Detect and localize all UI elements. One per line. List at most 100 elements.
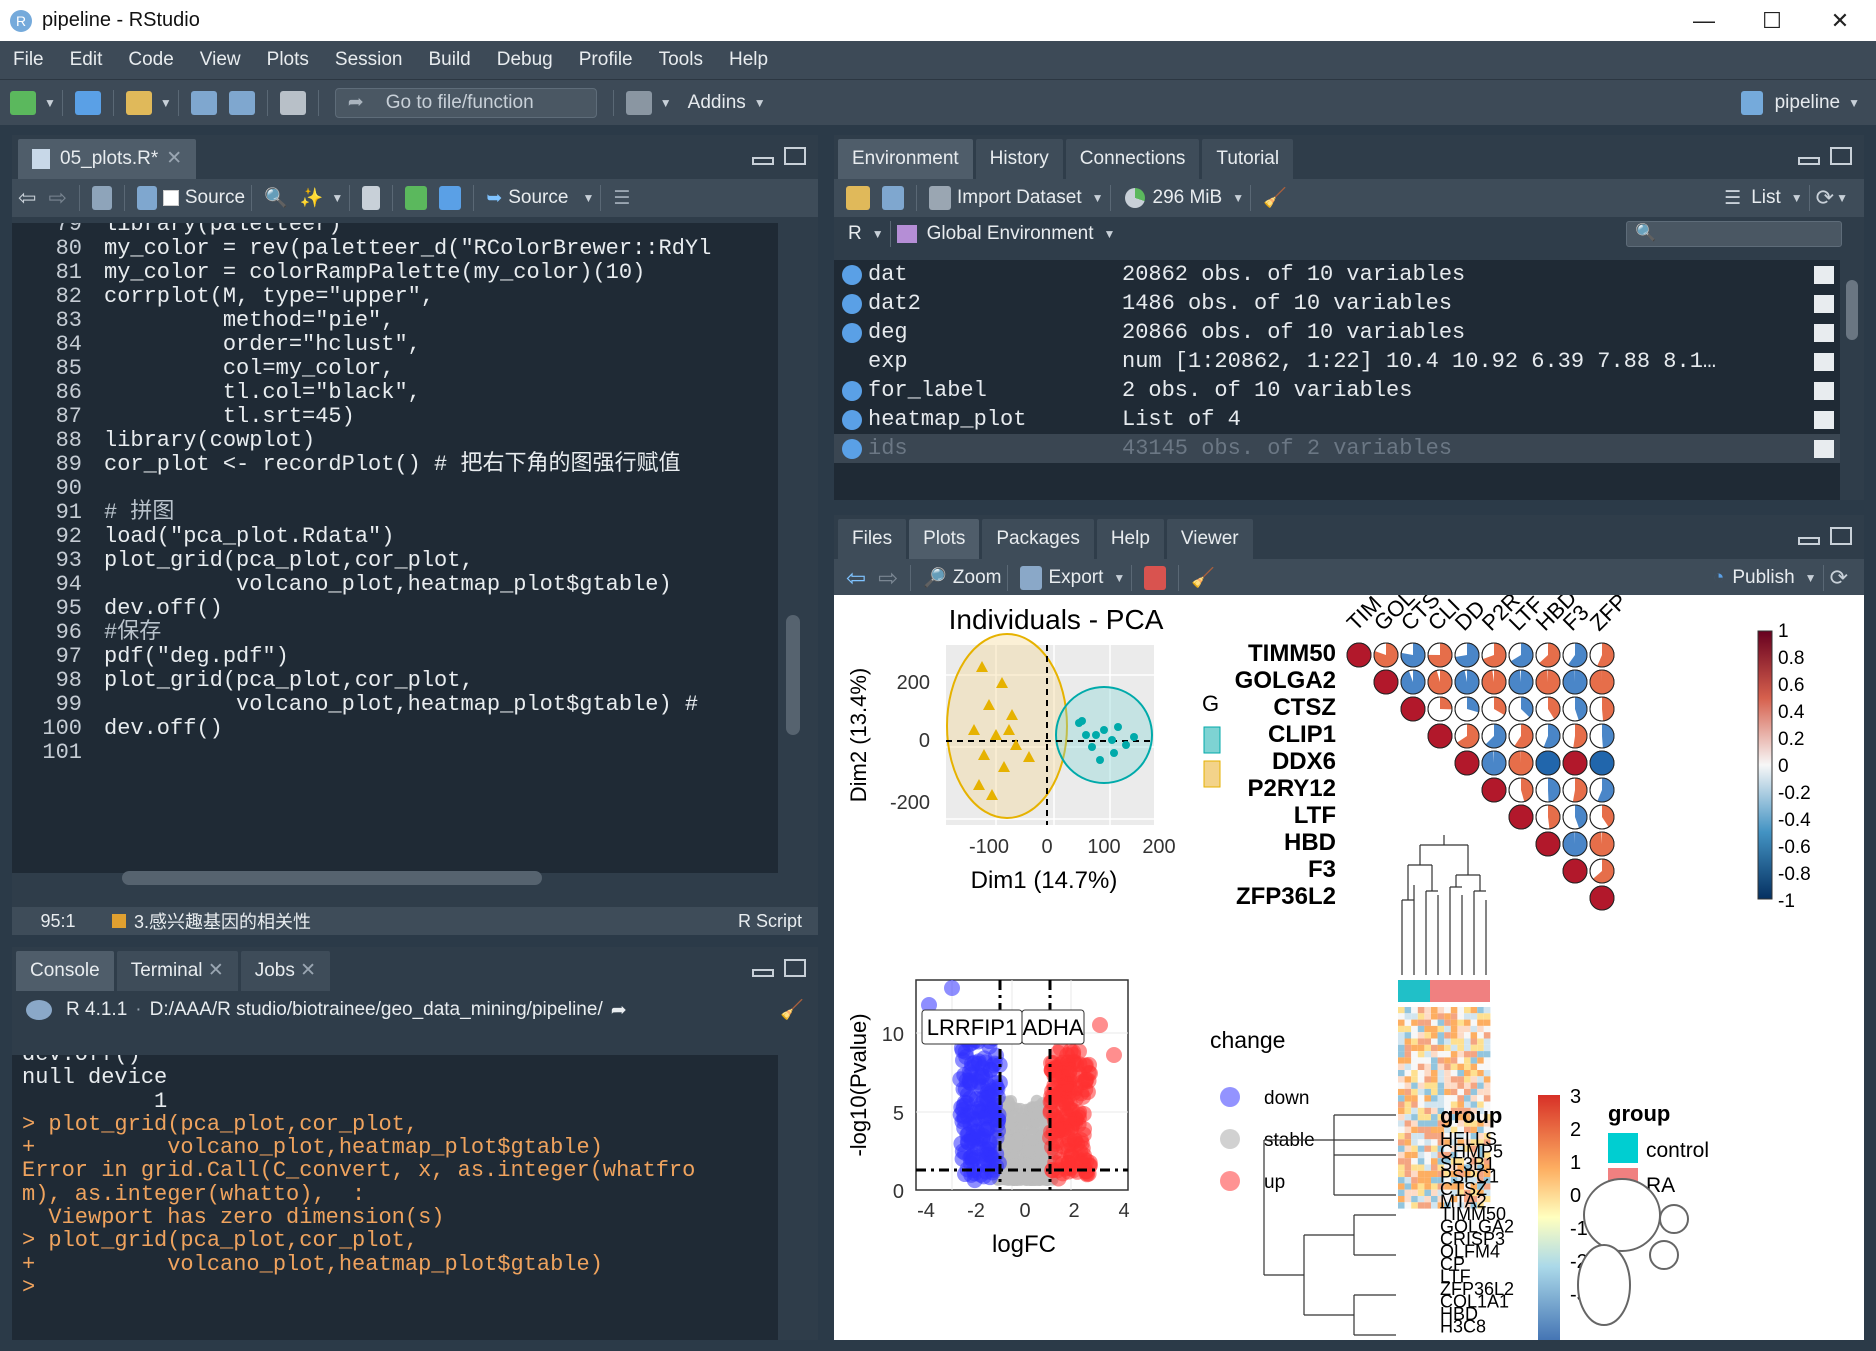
tab-files[interactable]: Files	[838, 519, 907, 559]
tab-05-plots[interactable]: 05_plots.R* ✕	[18, 139, 197, 179]
view-data-icon[interactable]	[1814, 439, 1834, 458]
remove-plot-icon[interactable]	[1144, 566, 1167, 590]
expand-icon[interactable]	[842, 438, 862, 459]
load-workspace-icon[interactable]	[846, 186, 870, 210]
outline-icon[interactable]: ☰	[613, 187, 630, 210]
code-line[interactable]: 94 volcano_plot,heatmap_plot$gtable)	[12, 573, 711, 597]
tab-tutorial[interactable]: Tutorial	[1202, 139, 1294, 179]
open-file-icon[interactable]	[125, 90, 152, 115]
plot-viewer[interactable]: Individuals - PCA Dim2 (13.4%) 200 0 -20…	[834, 595, 1864, 1340]
clear-console-icon[interactable]: 🧹	[780, 998, 804, 1022]
code-line[interactable]: 85 col=my_color,	[12, 357, 711, 381]
back-icon[interactable]: ⇦	[18, 185, 36, 211]
menu-help[interactable]: Help	[716, 49, 781, 71]
code-line[interactable]: 99 volcano_plot,heatmap_plot$gtable) #	[12, 693, 711, 717]
close-tab-icon[interactable]: ✕	[166, 139, 182, 179]
pane-window-controls[interactable]	[752, 959, 806, 977]
clear-plots-icon[interactable]: 🧹	[1191, 566, 1215, 590]
addins-menu[interactable]: Addins	[688, 92, 746, 114]
code-line[interactable]: 84 order="hclust",	[12, 333, 711, 357]
code-line[interactable]: 101	[12, 741, 711, 765]
run-icon[interactable]	[405, 186, 428, 210]
menu-view[interactable]: View	[187, 49, 254, 71]
forward-icon[interactable]: ⇨	[48, 185, 66, 211]
refresh-icon[interactable]: ⟳	[1830, 565, 1848, 591]
language-select[interactable]: R	[848, 223, 862, 245]
code-line[interactable]: 79 library(paletteer)	[12, 223, 711, 237]
scope-select[interactable]: Global Environment	[927, 223, 1094, 245]
env-row[interactable]: exp num [1:20862, 1:22] 10.4 10.92 6.39 7…	[834, 347, 1854, 376]
maximize-button[interactable]: ☐	[1742, 0, 1802, 41]
view-data-icon[interactable]	[1814, 352, 1834, 371]
code-line[interactable]: 95 dev.off()	[12, 597, 711, 621]
env-row[interactable]: deg 20866 obs. of 10 variables	[834, 318, 1854, 347]
go-to-dir-icon[interactable]: ➦	[611, 999, 627, 1022]
show-in-window-icon[interactable]	[91, 186, 112, 210]
print-icon[interactable]	[279, 90, 306, 115]
env-scrollbar[interactable]	[1840, 260, 1864, 500]
expand-icon[interactable]	[842, 322, 862, 343]
section-nav[interactable]: 3.感兴趣基因的相关性	[134, 908, 311, 934]
menu-build[interactable]: Build	[416, 49, 484, 71]
expand-icon[interactable]	[842, 293, 862, 314]
pane-window-controls[interactable]	[1798, 147, 1852, 165]
code-line[interactable]: 80 my_color = rev(paletteer_d("RColorBrew…	[12, 237, 712, 261]
code-editor[interactable]: 79 library(paletteer) 80 my_color = rev(pal…	[12, 223, 778, 873]
zoom-button[interactable]: Zoom	[953, 567, 1002, 589]
expand-icon[interactable]	[842, 409, 862, 430]
env-search-input[interactable]: 🔍	[1626, 221, 1842, 247]
menu-code[interactable]: Code	[115, 49, 186, 71]
clear-workspace-icon[interactable]: 🧹	[1263, 186, 1287, 210]
env-row[interactable]: dat 20862 obs. of 10 variables	[834, 260, 1854, 289]
pane-window-controls[interactable]	[1798, 527, 1852, 545]
save-all-icon[interactable]	[228, 90, 255, 115]
code-line[interactable]: 81 my_color = colorRampPalette(my_color)(…	[12, 261, 711, 285]
publish-button[interactable]: Publish	[1732, 567, 1794, 589]
menu-edit[interactable]: Edit	[57, 49, 116, 71]
console-output[interactable]: dev.off()null device 1> plot_grid(pca_pl…	[12, 1055, 778, 1340]
refresh-icon[interactable]: ⟳	[1816, 185, 1834, 211]
code-line[interactable]: 89 cor_plot <- recordPlot() # 把右下角的图强行赋值	[12, 453, 711, 477]
tab-terminal[interactable]: Terminal ✕	[116, 951, 238, 991]
previous-plot-icon[interactable]: ⇦	[846, 564, 866, 593]
code-line[interactable]: 97 pdf("deg.pdf")	[12, 645, 711, 669]
code-line[interactable]: 91 # 拼图	[12, 501, 711, 525]
tab-viewer[interactable]: Viewer	[1166, 519, 1253, 559]
tab-help[interactable]: Help	[1096, 519, 1164, 559]
expand-icon[interactable]	[842, 380, 862, 401]
env-row[interactable]: for_label 2 obs. of 10 variables	[834, 376, 1854, 405]
save-icon[interactable]	[190, 90, 217, 115]
env-row[interactable]: dat2 1486 obs. of 10 variables	[834, 289, 1854, 318]
save-workspace-icon[interactable]	[882, 186, 904, 210]
tab-plots[interactable]: Plots	[909, 519, 980, 559]
code-tools-icon[interactable]: ✨	[300, 186, 324, 210]
grid-layout-icon[interactable]	[625, 90, 652, 115]
code-line[interactable]: 98 plot_grid(pca_plot,cor_plot,	[12, 669, 711, 693]
minimize-button[interactable]: —	[1674, 0, 1734, 41]
file-type[interactable]: R Script	[738, 911, 802, 932]
menu-debug[interactable]: Debug	[484, 49, 566, 71]
menu-plots[interactable]: Plots	[254, 49, 322, 71]
code-line[interactable]: 83 method="pie",	[12, 309, 711, 333]
rerun-icon[interactable]	[439, 186, 462, 210]
menu-profile[interactable]: Profile	[566, 49, 646, 71]
new-project-icon[interactable]	[74, 90, 101, 115]
tab-history[interactable]: History	[975, 139, 1063, 179]
menu-tools[interactable]: Tools	[646, 49, 716, 71]
env-row[interactable]: heatmap_plot List of 4	[834, 405, 1854, 434]
view-data-icon[interactable]	[1814, 323, 1834, 342]
code-line[interactable]: 87 tl.srt=45)	[12, 405, 711, 429]
memory-usage[interactable]: 296 MiB	[1153, 187, 1223, 209]
export-button[interactable]: Export	[1048, 567, 1103, 589]
import-dataset-button[interactable]: Import Dataset	[957, 187, 1082, 209]
tab-connections[interactable]: Connections	[1065, 139, 1200, 179]
view-data-icon[interactable]	[1814, 265, 1834, 284]
view-data-icon[interactable]	[1814, 381, 1834, 400]
code-line[interactable]: 100 dev.off()	[12, 717, 711, 741]
menu-session[interactable]: Session	[322, 49, 416, 71]
view-mode-select[interactable]: List	[1751, 187, 1781, 209]
go-to-file-input[interactable]: ➦ Go to file/function	[334, 87, 597, 118]
code-line[interactable]: 90	[12, 477, 711, 501]
compile-report-icon[interactable]	[362, 186, 381, 210]
env-row[interactable]: ids 43145 obs. of 2 variables	[834, 434, 1854, 463]
